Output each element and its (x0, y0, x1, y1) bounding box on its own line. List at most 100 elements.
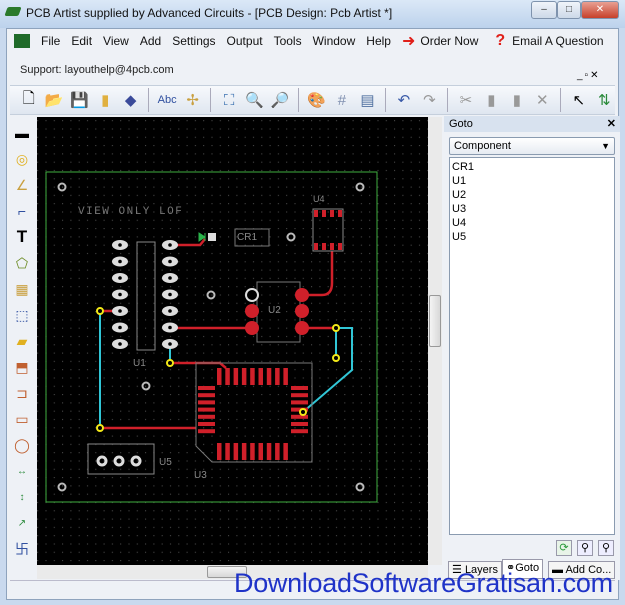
u1-pad-hole (168, 243, 172, 247)
pcb-canvas[interactable]: VIEW ONLY LOF U1 CR1 U4 U2 U3 U5 (37, 117, 428, 565)
close-button[interactable]: ✕ (581, 1, 619, 19)
zoom-in-icon[interactable]: 🔍 (244, 89, 265, 111)
u3-pad (241, 443, 247, 460)
u3-pad (250, 368, 255, 385)
palette-icon[interactable]: 🎨 (306, 89, 327, 111)
add-board-outline-icon[interactable]: ⬠ (11, 252, 33, 274)
layer-swap-icon[interactable]: ⇅ (594, 89, 615, 111)
menu-edit[interactable]: Edit (71, 34, 92, 48)
list-item[interactable]: CR1 (452, 160, 612, 174)
maximize-button[interactable]: □ (557, 1, 581, 19)
minimize-button[interactable]: – (531, 1, 557, 19)
toolbar-separator (210, 88, 212, 112)
refresh-icon[interactable]: ⟳ (556, 540, 572, 556)
add-rectangle-icon[interactable]: ▭ (11, 408, 33, 430)
vertical-scroll-thumb[interactable] (429, 295, 441, 347)
u3-pad (225, 368, 230, 385)
snap-icon[interactable]: ✢ (182, 89, 203, 111)
u3-pad (241, 368, 247, 385)
menu-add[interactable]: Add (140, 34, 161, 48)
main-toolbar: 🗋 📂 💾 ▮ ◆ Abc ✢ ⛶ 🔍 🔎 🎨 # ▤ ↶ ↷ ✂ ▮ ▮ ✕ … (10, 85, 615, 115)
list-item[interactable]: U4 (452, 216, 612, 230)
cut-icon[interactable]: ✂ (455, 89, 476, 111)
properties-icon[interactable]: ▤ (357, 89, 378, 111)
find-next-icon[interactable]: ⚲ (598, 540, 614, 556)
add-polygon-icon[interactable]: ⬒ (11, 356, 33, 378)
u1-pad-hole (118, 342, 122, 346)
new-file-icon[interactable]: 🗋 (18, 89, 39, 111)
folder-icon[interactable]: ▮ (94, 89, 115, 111)
u1-pad-hole (118, 243, 122, 247)
u3-pad (258, 368, 263, 385)
u3-pad (266, 368, 272, 385)
u3-pad (275, 443, 280, 460)
u2-pin1 (245, 288, 259, 302)
u1-pad-hole (168, 276, 172, 280)
open-folder-icon[interactable]: 📂 (43, 89, 64, 111)
copy-icon[interactable]: ▮ (481, 89, 502, 111)
u3-pad (198, 386, 215, 390)
undo-icon[interactable]: ↶ (393, 89, 414, 111)
question-icon: ? (495, 32, 506, 49)
list-item[interactable]: U2 (452, 188, 612, 202)
u1-label: U1 (133, 358, 146, 369)
app-icon (4, 7, 22, 16)
order-now-link[interactable]: Order Now (420, 34, 478, 48)
autoroute-icon[interactable]: 卐 (11, 538, 33, 560)
dropdown-value: Component (454, 140, 511, 152)
add-copper-pour-icon[interactable]: ▦ (11, 278, 33, 300)
grid-icon[interactable]: # (331, 89, 352, 111)
delete-icon[interactable]: ✕ (532, 89, 553, 111)
u3-pad (283, 368, 288, 385)
add-pad-icon[interactable]: ◎ (11, 148, 33, 170)
find-icon[interactable]: ⚲ (577, 540, 593, 556)
toolbar-separator (148, 88, 150, 112)
library-icon[interactable]: ◆ (120, 89, 141, 111)
add-open-shape-icon[interactable]: ⊐ (11, 382, 33, 404)
add-track-icon[interactable]: ⌐ (11, 200, 33, 222)
email-question-link[interactable]: Email A Question (512, 34, 603, 48)
menu-output[interactable]: Output (227, 34, 263, 48)
goto-panel-title: Goto (449, 118, 473, 130)
menu-help[interactable]: Help (366, 34, 391, 48)
add-text-icon[interactable]: T (11, 226, 33, 248)
select-pointer-icon[interactable]: ↖ (568, 89, 589, 111)
list-item[interactable]: U5 (452, 230, 612, 244)
u1-pad-hole (168, 325, 172, 330)
zoom-fit-icon[interactable]: ⛶ (218, 89, 239, 111)
arrow-right-icon: ➜ (401, 33, 416, 50)
menu-file[interactable]: File (41, 34, 60, 48)
u3-pad (198, 422, 215, 426)
u1-pad-hole (168, 292, 172, 297)
zoom-out-icon[interactable]: 🔎 (269, 89, 290, 111)
u3-label: U3 (194, 470, 207, 481)
goto-panel: Goto ✕ Component ▼ CR1 U1 U2 U3 U4 U5 ⟳ … (444, 116, 620, 580)
angled-dimension-icon[interactable]: ↗ (11, 512, 33, 534)
list-item[interactable]: U3 (452, 202, 612, 216)
menu-view[interactable]: View (103, 34, 129, 48)
redo-icon[interactable]: ↷ (419, 89, 440, 111)
mdi-window-controls[interactable]: _▫✕ (577, 70, 601, 81)
vertical-scrollbar[interactable] (428, 117, 442, 565)
add-keepout-icon[interactable]: ⬚ (11, 304, 33, 326)
u2-label: U2 (268, 305, 281, 316)
vertical-dimension-icon[interactable]: ↕ (11, 486, 33, 508)
add-filled-shape-icon[interactable]: ▰ (11, 330, 33, 352)
spell-check-icon[interactable]: Abc (156, 89, 177, 111)
add-circle-icon[interactable]: ◯ (11, 434, 33, 456)
component-filter-dropdown[interactable]: Component ▼ (449, 137, 615, 155)
u3-pad (233, 368, 239, 385)
horizontal-dimension-icon[interactable]: ↔ (11, 460, 33, 482)
menu-tools[interactable]: Tools (274, 34, 302, 48)
component-list[interactable]: CR1 U1 U2 U3 U4 U5 (449, 157, 615, 535)
menu-settings[interactable]: Settings (172, 34, 215, 48)
u3-pad (225, 443, 230, 460)
u3-pad (217, 368, 222, 385)
add-component-icon[interactable]: ▬ (11, 122, 33, 144)
paste-icon[interactable]: ▮ (506, 89, 527, 111)
list-item[interactable]: U1 (452, 174, 612, 188)
close-panel-icon[interactable]: ✕ (607, 116, 616, 132)
save-icon[interactable]: 💾 (69, 89, 90, 111)
add-connection-icon[interactable]: ∠ (11, 174, 33, 196)
menu-window[interactable]: Window (313, 34, 356, 48)
